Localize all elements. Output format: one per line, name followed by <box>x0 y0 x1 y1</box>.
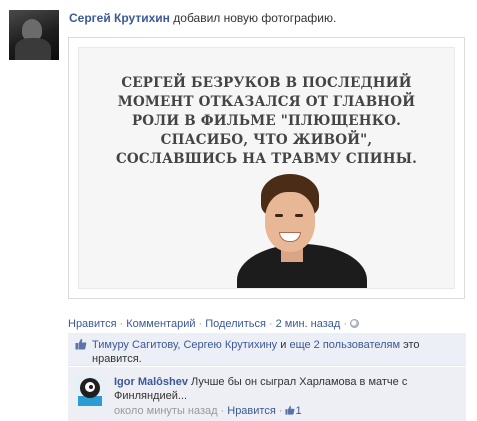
comment-author-link[interactable]: Igor Malôshev <box>114 376 188 388</box>
commenter-avatar[interactable] <box>74 374 106 406</box>
liker-names-link[interactable]: Тимуру Сагитову, Сергею Крутихину <box>92 339 277 351</box>
likes-connector: и <box>280 339 287 351</box>
comment-meta: около минуты назад · Нравится · 1 <box>114 405 302 417</box>
post-actions-bar: Нравится · Комментарий · Поделиться · 2 мин. н… <box>68 318 359 330</box>
comment-link[interactable]: Комментарий <box>126 318 195 330</box>
separator: · <box>343 318 347 330</box>
avatar-figure-body <box>15 38 51 60</box>
person-face <box>265 192 315 252</box>
share-link[interactable]: Поделиться <box>205 318 266 330</box>
likes-summary: Тимуру Сагитову, Сергею Крутихину и еще … <box>68 333 466 366</box>
separator: · <box>119 318 124 330</box>
comment-like-count[interactable]: 1 <box>295 405 301 417</box>
comment-like-link[interactable]: Нравится <box>227 405 276 417</box>
globe-icon[interactable] <box>350 319 359 328</box>
quote-line: СПАСИБО, ЧТО ЖИВОЙ", <box>160 132 373 148</box>
likes-text: Тимуру Сагитову, Сергею Крутихину и еще … <box>92 338 447 366</box>
post-headline: Сергей Крутихин добавил новую фотографию… <box>69 11 336 25</box>
thumbs-up-icon[interactable] <box>285 405 295 415</box>
person-eye <box>295 214 303 217</box>
person-eye <box>275 214 283 217</box>
like-link[interactable]: Нравится <box>68 318 117 330</box>
comment-item: Igor Malôshev Лучше бы он сыграл Харламо… <box>68 367 466 421</box>
poster-avatar[interactable] <box>9 10 59 60</box>
separator: · <box>198 318 203 330</box>
quote-line: СОСЛАВШИСЬ НА ТРАВМУ СПИНЫ. <box>115 151 418 167</box>
photo-quote-text: СЕРГЕЙ БЕЗРУКОВ В ПОСЛЕДНИЙ МОМЕНТ ОТКАЗ… <box>79 74 454 169</box>
separator: · <box>220 405 225 417</box>
quote-line: МОМЕНТ ОТКАЗАЛСЯ ОТ ГЛАВНОЙ <box>117 94 416 110</box>
post-action-text: добавил новую фотографию. <box>173 11 337 25</box>
thumbs-up-icon <box>75 338 87 350</box>
photo-attachment[interactable]: СЕРГЕЙ БЕЗРУКОВ В ПОСЛЕДНИЙ МОМЕНТ ОТКАЗ… <box>68 37 465 299</box>
comment-body: Igor Malôshev Лучше бы он сыграл Харламо… <box>114 375 454 403</box>
avatar-pupil <box>89 385 93 389</box>
timestamp-link[interactable]: 2 мин. назад <box>276 318 341 330</box>
post-author-link[interactable]: Сергей Крутихин <box>69 11 170 25</box>
separator: · <box>278 405 283 417</box>
comment-timestamp[interactable]: около минуты назад <box>114 405 218 417</box>
quote-line: СЕРГЕЙ БЕЗРУКОВ В ПОСЛЕДНИЙ <box>121 75 412 91</box>
quote-line: РОЛИ В ФИЛЬМЕ "ПЛЮЩЕНКО. <box>131 113 402 129</box>
other-likers-link[interactable]: еще 2 пользователям <box>289 339 400 351</box>
photo-image[interactable]: СЕРГЕЙ БЕЗРУКОВ В ПОСЛЕДНИЙ МОМЕНТ ОТКАЗ… <box>78 47 455 289</box>
separator: · <box>268 318 273 330</box>
